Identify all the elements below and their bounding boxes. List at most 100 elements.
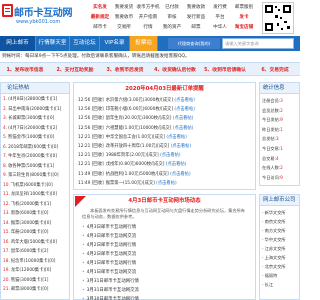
order-feed-item[interactable]: 11:49 [回收] 抗战胜利(1.00元)5000枚/[成交] (点击看帖) xyxy=(78,170,251,179)
order-feed-text: 改革开放四十周年(1.00元)[成交] xyxy=(105,143,171,149)
order-feed-link[interactable]: (点击看帖) xyxy=(174,107,195,112)
forum-hot-item[interactable]: 7.牛年生肖(20000集卡)[0] xyxy=(3,152,67,162)
top-link[interactable]: 行情 xyxy=(136,23,160,32)
market-news-item[interactable]: 4月2日邮币卡互动网交流 xyxy=(82,250,247,259)
main-content: 2020年04月03日最新订单提醒 12:56 [回收] 水浒第六组(3.00元)… xyxy=(73,82,256,300)
forum-hot-item[interactable]: 12.飞机(20000集卡)[1] xyxy=(3,200,67,210)
order-feed-item[interactable]: 12:56 [回收] 六祖慧能(1.00元)10000枚/[成交] (点击看帖) xyxy=(78,124,251,133)
stats-key: 总发帖: xyxy=(262,136,276,142)
forum-hot-item[interactable]: 15.年册(2000集卡)[0] xyxy=(3,228,67,238)
top-link[interactable]: 最新规定 xyxy=(88,13,112,22)
top-link[interactable]: 审核 xyxy=(160,13,184,22)
nav-item-chatroom[interactable]: 行情聊天室 xyxy=(36,36,70,51)
stats-item: 在线人数:2 xyxy=(262,163,297,173)
order-feed-item[interactable]: 12:56 [回收] 水浒第六组(3.00元)3000枚/[成交] (点击看帖) xyxy=(78,96,251,105)
forum-hot-title: 论坛热帖 xyxy=(1,83,69,94)
stats-item: 会员总数:2 xyxy=(262,106,297,116)
online-company-item[interactable]: · 华中文交所 xyxy=(262,235,297,244)
top-link[interactable]: 发行新品 xyxy=(184,13,208,22)
forum-hot-item[interactable]: 8.收各种票(5000集卡)[1] xyxy=(3,162,67,172)
top-link[interactable]: 实名发 xyxy=(88,3,112,12)
online-company-item[interactable]: · 福丽特 xyxy=(262,271,297,280)
forum-hot-item[interactable]: 17.鼠年(6000集卡)[2] xyxy=(3,247,67,257)
online-company-item[interactable]: · 南京文交所 xyxy=(262,217,297,226)
forum-hot-item[interactable]: 10.飞机票(6000集卡)[0] xyxy=(3,181,67,191)
order-feed-link[interactable]: (点击看帖) xyxy=(171,144,192,149)
order-feed-time: 12:21 [回收] xyxy=(78,143,104,149)
market-news-item[interactable]: 3月31日邮币卡互动网交流 xyxy=(82,286,247,295)
top-link[interactable]: 中华人 xyxy=(208,23,232,32)
forum-hot-item[interactable]: 19.龙年(12000集卡)[0] xyxy=(3,266,67,276)
top-link[interactable]: 我的资产 xyxy=(160,23,184,32)
order-feed-item[interactable]: 12:21 [回收] 戊戌年(0.80元)6000枚/[成交] (点击看帖) xyxy=(78,160,251,169)
order-feed-link[interactable]: (点击看帖) xyxy=(160,153,181,158)
online-company-item[interactable]: · 新华文交所 xyxy=(262,208,297,217)
order-feed-item[interactable]: 12:56 [回收] 印花税小版(6.00元)6000枚/[成交] (点击看帖) xyxy=(78,105,251,114)
order-feed-item[interactable]: 12:56 [回收] 鼠年生肖(20.00元)3000枚/[成交] (点击看帖) xyxy=(78,114,251,123)
top-link[interactable]: 邮币卡 xyxy=(88,23,112,32)
market-news-item[interactable]: 4月1日邮币卡互动网行情 xyxy=(82,259,247,268)
top-link[interactable]: 已付款 xyxy=(160,3,184,12)
forum-hot-item[interactable]: 5.熊猫金币(1000集卡)[0] xyxy=(3,133,67,143)
online-company-item[interactable]: · 长江 xyxy=(262,280,297,289)
forum-hot-item[interactable]: 20.熊猫(3000集卡)[1] xyxy=(3,276,67,286)
forum-hot-text: 第三轮生肖(8000集卡)[0] xyxy=(8,173,59,178)
top-link[interactable]: 我要收币 xyxy=(112,13,136,22)
order-feed-item[interactable]: 12:21 [回收] 中华全国总工会(1.00元)[成交] (点击看帖) xyxy=(78,133,251,142)
forum-hot-item[interactable]: 4.(4月7日)(20000集卡)[2] xyxy=(3,124,67,134)
forum-hot-rank: 16. xyxy=(3,239,10,245)
search-input[interactable]: 请输入关键字查询 xyxy=(222,38,294,49)
forum-hot-item[interactable]: 2.日出中南海(20000集卡)[1] xyxy=(3,105,67,115)
market-news-item[interactable]: 4月2日邮币卡互动网行情 xyxy=(82,241,247,250)
market-news-item[interactable]: 3月30日邮币卡互动网行情 xyxy=(82,295,247,300)
nav-item-vote[interactable]: 投票站 xyxy=(130,36,158,51)
order-feed-link[interactable]: (点击看帖) xyxy=(166,135,187,140)
agent-query-button[interactable]: 代理商查询(我的) xyxy=(168,38,220,49)
forum-hot-item[interactable]: 16.鸡年大版(5000集卡)[0] xyxy=(3,238,67,248)
top-link[interactable]: 平台 xyxy=(208,13,232,22)
market-news-item[interactable]: 4月3日邮币卡互动网行情 xyxy=(82,223,247,232)
online-company-item[interactable]: · 南方文交所 xyxy=(262,226,297,235)
online-company-item[interactable]: · 上海文交所 xyxy=(262,253,297,262)
nav-item-forum[interactable]: 互动论坛 xyxy=(70,36,100,51)
forum-hot-item[interactable]: 18.纪念币(10000集卡)[0] xyxy=(3,257,67,267)
order-feed-item[interactable]: 12:21 [回收] 改革开放四十周年(1.00元)[成交] (点击看帖) xyxy=(78,142,251,151)
stats-key: 在线人数: xyxy=(262,165,281,171)
order-feed-link[interactable]: (点击看帖) xyxy=(156,181,177,186)
site-logo[interactable]: 邮币卡互动网 www.ybk001.com xyxy=(2,2,84,32)
forum-hot-item[interactable]: 14.猴票(30000集卡)[0] xyxy=(3,219,67,229)
forum-hot-item[interactable]: 1.(4月8日)(28000集卡)[1] xyxy=(3,95,67,105)
market-news-item[interactable]: 4月3日邮币卡互动网交流 xyxy=(82,232,247,241)
forum-hot-item[interactable]: 21.邮票(8000集卡)[0] xyxy=(3,285,67,295)
top-link[interactable]: 收币方手机 xyxy=(136,3,160,12)
order-feed-link[interactable]: (点击看帖) xyxy=(170,172,191,177)
forum-hot-text: 长城邮票(3000集卡)[0] xyxy=(8,116,55,121)
top-link[interactable]: 我要发货 xyxy=(112,3,136,12)
forum-hot-item[interactable]: 11.龙凤呈祥(1000集卡)[0] xyxy=(3,190,67,200)
top-link[interactable]: 我要收款 xyxy=(184,3,208,12)
forum-hot-item[interactable]: 13.新款(6000集卡)[0] xyxy=(3,209,67,219)
order-feed-link[interactable]: (点击看帖) xyxy=(166,162,187,167)
market-news-item[interactable]: 3月31日邮币卡互动网行情 xyxy=(82,277,247,286)
order-feed-item[interactable]: 12:21 [回收] 1988年贺年(2.00元)[成交] (点击看帖) xyxy=(78,151,251,160)
top-link[interactable]: 交易所 xyxy=(112,23,136,32)
nav-item-home[interactable]: 网上邮币 xyxy=(0,36,36,51)
top-link[interactable]: 发卡 xyxy=(232,13,256,22)
order-feed-link[interactable]: (点击看帖) xyxy=(173,126,194,131)
top-link[interactable]: 发行费 xyxy=(208,3,232,12)
top-link[interactable]: 开户指南 xyxy=(136,13,160,22)
nav-item-vip[interactable]: VIP名录 xyxy=(100,36,130,51)
top-link[interactable]: 邮票 xyxy=(184,23,208,32)
online-company-item[interactable]: · 江苏文交所 xyxy=(262,244,297,253)
forum-hot-item[interactable]: 6.2018年邮票(600集卡)[0] xyxy=(3,143,67,153)
order-feed-item[interactable]: 11:49 [回收] 猴票第一(15.00元)[成交] (点击看帖) xyxy=(78,179,251,188)
forum-hot-item[interactable]: 9.第三轮生肖(8000集卡)[0] xyxy=(3,171,67,181)
forum-hot-item[interactable]: 3.长城邮票(3000集卡)[0] xyxy=(3,114,67,124)
order-feed-text: 猴票第一(15.00元)[成交] xyxy=(105,180,157,186)
top-link[interactable]: 淘宝店铺 xyxy=(232,23,256,32)
online-company-item[interactable]: · 北京文交所 xyxy=(262,262,297,271)
top-link[interactable]: 邮票版别 xyxy=(232,3,256,12)
order-feed-link[interactable]: (点击看帖) xyxy=(173,116,194,121)
market-news-item[interactable]: 4月1日邮币卡互动网交流 xyxy=(82,268,247,277)
order-feed-link[interactable]: (点击看帖) xyxy=(174,98,195,103)
